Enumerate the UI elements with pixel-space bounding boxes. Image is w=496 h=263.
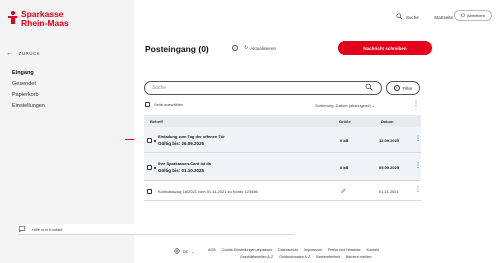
sidebar-nav: Eingang Gesendet Papierkorb Einstellunge… <box>12 68 45 112</box>
footer-link[interactable]: Cookie-Einstellungen anpassen <box>222 248 273 252</box>
search-icon[interactable] <box>365 83 373 96</box>
search-input[interactable]: Suche <box>144 81 382 95</box>
sidebar-item-eingang[interactable]: Eingang <box>12 68 45 79</box>
language-selector[interactable]: DE ⌄ <box>174 248 194 255</box>
top-search-link[interactable]: Suche <box>396 13 419 21</box>
new-message-button[interactable]: Nachricht schreiben <box>338 41 432 55</box>
more-options-icon[interactable]: ⋮ <box>415 186 421 193</box>
search-placeholder: Suche <box>152 85 167 91</box>
page-title: Posteingang (0) <box>145 44 209 54</box>
chevron-down-icon: ⌄ <box>191 249 195 254</box>
message-row[interactable]: Kontoauszug 18/2021 vom 01.11.2021 zu Ko… <box>144 181 421 201</box>
logout-label: Abmelden <box>466 13 485 18</box>
sparkasse-logo[interactable]: Sparkasse Rhein-Maas <box>8 10 69 28</box>
message-row[interactable]: Ihre Sparkassen-Card ist da Gültig bis: … <box>144 153 421 181</box>
active-indicator <box>125 139 134 140</box>
message-subtitle: Gültig bis: 26.09.2025 <box>158 141 205 146</box>
footer-links-row2: Geschäftsstellen A-Z Geldautomaten A-Z B… <box>240 255 376 259</box>
list-header: Betreff Größe Datum <box>144 115 421 127</box>
filter-icon: ≡ <box>393 85 400 91</box>
search-icon <box>396 13 403 21</box>
message-checkbox[interactable] <box>147 165 152 170</box>
message-row[interactable]: Einladung zum Tag der offenen Tür Gültig… <box>144 127 421 153</box>
footer-links-row1: AGB Cookie-Einstellungen anpassen Datens… <box>208 248 384 252</box>
footer-link[interactable]: Barriere melden <box>346 255 372 259</box>
message-date: 01.11.2021 <box>379 189 399 194</box>
unread-dot-icon <box>154 167 156 169</box>
main-content: Posteingang (0) i ↻ Aktualisieren Nachri… <box>134 36 496 263</box>
globe-icon <box>174 248 180 255</box>
column-header-size[interactable]: Größe <box>339 119 351 124</box>
chat-icon <box>18 225 26 233</box>
language-label: DE <box>183 249 188 254</box>
footer-link[interactable]: Datenschutz <box>278 248 298 252</box>
message-size: 0 kB <box>340 165 349 170</box>
select-all-checkbox[interactable] <box>145 102 150 107</box>
footer-link[interactable]: Kontakt <box>367 248 379 252</box>
message-checkbox[interactable] <box>147 138 152 143</box>
top-search-label: Suche <box>406 14 419 20</box>
sidebar: Sparkasse Rhein-Maas ← ZURÜCK Eingang Ge… <box>0 0 295 263</box>
message-date: 12.09.2025 <box>379 138 400 143</box>
info-icon[interactable]: i <box>232 45 238 51</box>
column-header-subject[interactable]: Betreff <box>150 119 163 124</box>
footer-link[interactable]: Barrierefreiheit <box>316 255 340 259</box>
refresh-button[interactable]: ↻ Aktualisieren <box>244 45 276 51</box>
footer-link[interactable]: AGB <box>208 248 216 252</box>
sidebar-item-papierkorb[interactable]: Papierkorb <box>12 90 45 101</box>
logout-button[interactable]: ⏻ Abmelden <box>454 10 492 21</box>
message-title: Einladung zum Tag der offenen Tür <box>158 134 225 139</box>
filter-button[interactable]: ≡ Filter <box>386 81 420 95</box>
message-checkbox[interactable] <box>147 189 152 194</box>
sidebar-item-einstellungen[interactable]: Einstellungen <box>12 101 45 112</box>
sidebar-link-label: Hilfe und Kontakt <box>32 226 63 232</box>
message-subtitle: Gültig bis: 01.10.2025 <box>158 168 205 173</box>
footer-link[interactable]: Preise und Hinweise <box>328 248 361 252</box>
unread-dot-icon <box>154 140 156 142</box>
sort-dropdown[interactable]: Sortierung: Datum (absteigend) ⌄ <box>315 103 375 108</box>
message-size: 0 kB <box>340 138 349 143</box>
filter-label: Filter <box>402 85 413 91</box>
startseite-link[interactable]: Startseite <box>434 15 453 20</box>
attachment-icon <box>341 188 346 195</box>
more-options-icon[interactable]: ⋮ <box>415 135 421 142</box>
back-label: ZURÜCK <box>18 51 41 56</box>
footer-link[interactable]: Geschäftsstellen A-Z <box>240 255 273 259</box>
more-options-icon[interactable]: ⋮ <box>413 100 419 107</box>
footer-link[interactable]: Impressum <box>304 248 322 252</box>
footer-link[interactable]: Geldautomaten A-Z <box>279 255 310 259</box>
message-date: 05.09.2025 <box>379 165 400 170</box>
power-icon: ⏻ <box>461 12 465 19</box>
refresh-label: Aktualisieren <box>250 45 276 51</box>
message-title: Ihre Sparkassen-Card ist da <box>158 161 211 166</box>
column-header-date[interactable]: Datum <box>381 119 393 124</box>
select-all[interactable]: Seite auswählen <box>145 102 183 107</box>
top-bar: Suche Startseite ⏻ Abmelden <box>134 0 496 36</box>
logo-line2: Rhein-Maas <box>21 18 69 28</box>
back-link[interactable]: ← ZURÜCK <box>6 50 40 57</box>
message-title: Kontoauszug 18/2021 vom 01.11.2021 zu Ko… <box>158 189 258 194</box>
arrow-left-icon: ← <box>6 50 14 57</box>
sparkasse-s-icon <box>8 11 17 24</box>
more-options-icon[interactable]: ⋮ <box>415 162 421 169</box>
sidebar-item-gesendet[interactable]: Gesendet <box>12 79 45 90</box>
refresh-icon: ↻ <box>244 45 249 51</box>
select-all-label: Seite auswählen <box>154 102 184 107</box>
